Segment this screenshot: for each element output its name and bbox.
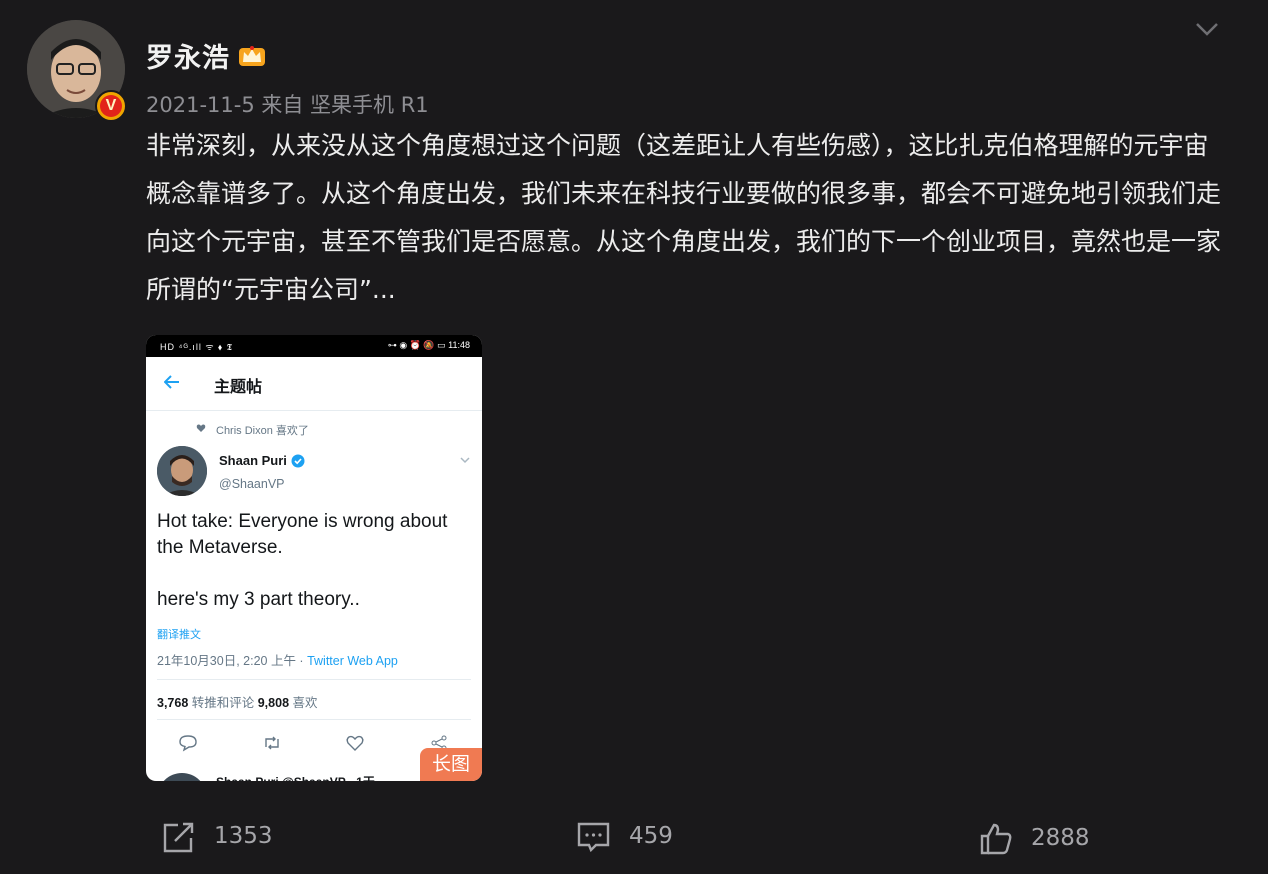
divider [157,719,471,720]
next-tweet-avatar [157,773,207,781]
tweet-time: 21年10月30日, 2:20 上午 · [157,654,308,668]
verified-badge-letter: V [100,95,122,117]
tweet-counts: 3,768 转推和评论 9,808 喜欢 [157,692,318,711]
post-text: 非常深刻，从来没从这个角度想过这个问题（这差距让人有些伤感），这比扎克伯格理解的… [146,131,1222,304]
chevron-down-icon [460,457,470,464]
thread-title: 主题帖 [214,377,263,396]
verified-badge: V [95,90,127,122]
tweet-line-1: Hot take: Everyone is wrong about the Me… [157,511,448,558]
likes-label: 喜欢 [289,696,318,710]
retweet-icon [265,736,279,750]
comment-count: 459 [629,823,673,849]
heart-icon [196,424,206,432]
thumbs-up-icon [980,823,1012,855]
next-tweet-peek: Shaan Puri @ShaanVP · 1天 [216,773,375,781]
embedded-image[interactable]: HD ⁴ᴳ.ıll ᯤ ⬧ 𝕿 ⊶ ◉ ⏰ 🔕 ▭ 11:48 主题帖 Chri… [146,335,482,781]
tweet-author-name: Shaan Puri [219,453,287,468]
comment-icon [577,822,610,853]
divider [157,679,471,680]
tweet-line-2: here's my 3 part theory.. [157,589,360,610]
translate-link: 翻译推文 [157,628,201,641]
reply-icon [179,735,197,752]
liked-by: Chris Dixon 喜欢了 [216,425,309,437]
tweet-avatar [157,446,207,496]
crown-icon [239,46,265,66]
tweet-body: Hot take: Everyone is wrong about the Me… [157,509,475,613]
tweet-handle: @ShaanVP [219,477,285,491]
tweet-timestamp: 21年10月30日, 2:20 上午 · Twitter Web App [157,650,398,669]
status-left: HD ⁴ᴳ.ıll ᯤ ⬧ 𝕿 [160,342,234,352]
verified-icon [291,454,305,468]
likes-count: 9,808 [257,696,290,710]
like-icon [346,735,364,751]
share-icon [163,822,194,853]
repost-count: 1353 [214,823,273,849]
tweet-source: Twitter Web App [307,654,398,668]
chevron-down-icon[interactable] [1194,20,1220,38]
like-count: 2888 [1031,825,1090,851]
author-name[interactable]: 罗永浩 [146,36,230,75]
thread-app-bar: 主题帖 [146,357,482,411]
phone-status-bar: HD ⁴ᴳ.ıll ᯤ ⬧ 𝕿 ⊶ ◉ ⏰ 🔕 ▭ 11:48 [146,335,482,357]
long-image-badge: 长图 [420,748,482,781]
post-meta: 2021-11-5 来自 坚果手机 R1 [146,93,429,117]
retweet-label: 转推和评论 [188,696,258,710]
status-right: ⊶ ◉ ⏰ 🔕 ▭ 11:48 [387,340,470,350]
back-arrow-icon [164,375,179,389]
retweet-count: 3,768 [157,696,189,710]
